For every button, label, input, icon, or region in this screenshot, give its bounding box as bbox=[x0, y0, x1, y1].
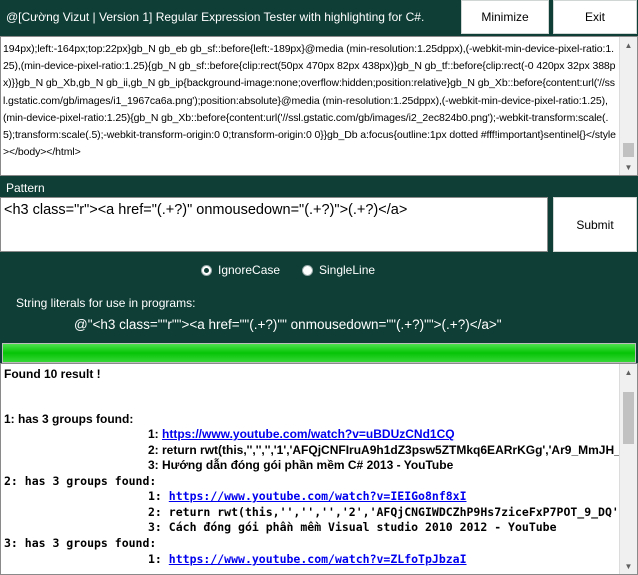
literal-label: String literals for use in programs: bbox=[16, 296, 196, 310]
literal-value: @"<h3 class=""r""><a href=""(.+?)"" onmo… bbox=[74, 317, 502, 332]
ignore-case-option[interactable]: IgnoreCase bbox=[201, 262, 280, 278]
progress-bar bbox=[2, 343, 636, 363]
group-line: 1: https://www.youtube.com/watch?v=ZLfoT… bbox=[148, 552, 467, 566]
group-number: 3: bbox=[148, 520, 162, 534]
group-value: Hướng dẫn đóng gói phần mềm C# 2013 - Yo… bbox=[162, 458, 454, 472]
match-header: 1: has 3 groups found: bbox=[4, 412, 134, 426]
group-line: 2: return rwt(this,'','','','2','AFQjCNG… bbox=[148, 505, 638, 519]
group-number: 1: bbox=[148, 427, 159, 441]
scroll-up-icon[interactable]: ▲ bbox=[620, 37, 637, 53]
single-line-radio[interactable] bbox=[302, 264, 313, 276]
source-scrollbar[interactable]: ▲ ▼ bbox=[619, 37, 637, 175]
scroll-up-icon[interactable]: ▲ bbox=[620, 364, 637, 380]
ignore-case-label: IgnoreCase bbox=[218, 263, 281, 277]
group-number: 1: bbox=[148, 489, 162, 503]
group-value: return rwt(this,'','','','2','AFQjCNGIWD… bbox=[168, 505, 638, 519]
pattern-label: Pattern bbox=[6, 181, 45, 195]
group-line: 2: return rwt(this,'','','','1','AFQjCNF… bbox=[148, 443, 627, 457]
scroll-down-icon[interactable]: ▼ bbox=[620, 159, 637, 175]
match-header: 2: has 3 groups found: bbox=[4, 474, 157, 488]
exit-button[interactable]: Exit bbox=[553, 0, 637, 34]
group-line: 1: https://www.youtube.com/watch?v=IEIGo… bbox=[148, 489, 467, 503]
group-line: 3: Cách đóng gói phần mềm Visual studio … bbox=[148, 520, 557, 534]
scroll-down-icon[interactable]: ▼ bbox=[620, 558, 637, 574]
result-link[interactable]: https://www.youtube.com/watch?v=ZLfoTpJb… bbox=[169, 552, 467, 566]
pattern-input[interactable] bbox=[0, 197, 548, 252]
minimize-button[interactable]: Minimize bbox=[461, 0, 549, 34]
group-value: Cách đóng gói phần mềm Visual studio 201… bbox=[168, 520, 557, 534]
group-value: return rwt(this,'','','','1','AFQjCNFIru… bbox=[162, 443, 628, 457]
progress-fill bbox=[3, 344, 635, 362]
group-number: 2: bbox=[148, 505, 162, 519]
single-line-label: SingleLine bbox=[319, 263, 376, 277]
group-line: 1: https://www.youtube.com/watch?v=uBDUz… bbox=[148, 427, 455, 441]
result-link[interactable]: https://www.youtube.com/watch?v=uBDUzCNd… bbox=[162, 427, 455, 441]
group-number: 2: bbox=[148, 443, 159, 457]
source-text: 194px);left:-164px;top:22px}gb_N gb_eb g… bbox=[3, 43, 616, 159]
results-scrollbar[interactable]: ▲ ▼ bbox=[619, 364, 637, 574]
results-summary: Found 10 result ! bbox=[4, 367, 101, 381]
source-textbox[interactable]: 194px);left:-164px;top:22px}gb_N gb_eb g… bbox=[0, 36, 638, 176]
ignore-case-radio[interactable] bbox=[201, 264, 212, 276]
result-link[interactable]: https://www.youtube.com/watch?v=IEIGo8nf… bbox=[169, 489, 467, 503]
scroll-thumb[interactable] bbox=[623, 392, 634, 444]
group-number: 3: bbox=[148, 458, 159, 472]
results-panel[interactable]: Found 10 result ! 1: has 3 groups found:… bbox=[0, 363, 638, 575]
group-line: 3: Hướng dẫn đóng gói phần mềm C# 2013 -… bbox=[148, 458, 453, 472]
scroll-thumb[interactable] bbox=[623, 143, 634, 157]
group-number: 1: bbox=[148, 552, 162, 566]
match-header: 3: has 3 groups found: bbox=[4, 536, 157, 550]
window-title: @[Cường Vizut | Version 1] Regular Expre… bbox=[6, 10, 425, 24]
single-line-option[interactable]: SingleLine bbox=[302, 262, 375, 278]
submit-button[interactable]: Submit bbox=[553, 197, 637, 252]
